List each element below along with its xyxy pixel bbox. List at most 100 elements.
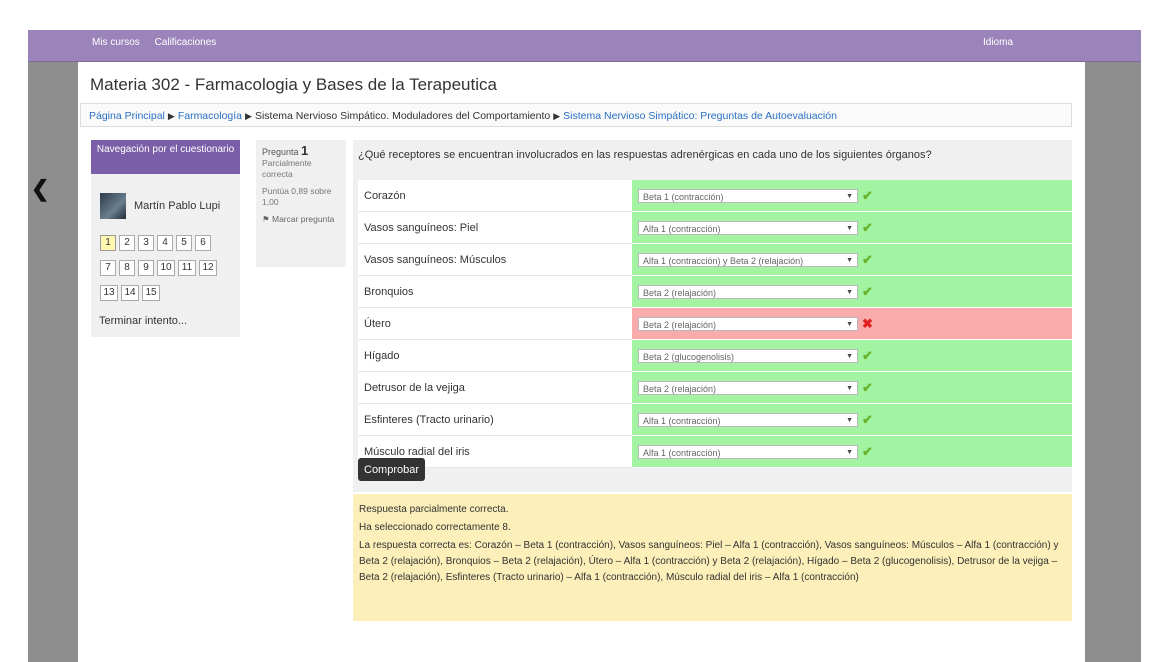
check-button[interactable]: Comprobar xyxy=(358,458,426,481)
answer-cell: Beta 2 (relajación) ▼ ✖ xyxy=(632,307,1072,340)
answer-cell: Beta 2 (relajación) ▼ ✔ xyxy=(632,371,1072,404)
answer-select[interactable]: Beta 2 (relajación) ▼ xyxy=(638,380,858,395)
dropdown-arrow-icon: ▼ xyxy=(846,320,853,328)
answer-select[interactable]: Beta 2 (glucogenolisis) ▼ xyxy=(638,348,858,363)
correct-check-icon: ✔ xyxy=(862,379,873,395)
nav-mis-cursos[interactable]: Mis cursos xyxy=(92,37,140,48)
feedback-summary: Respuesta parcialmente correcta. xyxy=(359,504,509,515)
question-state: Parcialmente correcta xyxy=(262,158,312,179)
answer-select[interactable]: Beta 2 (relajación) ▼ xyxy=(638,284,858,299)
question-nav-button[interactable]: 9 xyxy=(138,260,154,276)
answer-select[interactable]: Alfa 1 (contracción) y Beta 2 (relajació… xyxy=(638,252,858,267)
language-menu[interactable]: Idioma xyxy=(983,37,1013,48)
dropdown-arrow-icon: ▼ xyxy=(846,224,853,232)
flag-question-button[interactable]: ⚑ Marcar pregunta xyxy=(262,214,340,225)
answer-select[interactable]: Alfa 1 (contracción) ▼ xyxy=(638,444,858,459)
correct-check-icon: ✔ xyxy=(862,347,873,363)
avatar xyxy=(100,193,126,219)
dropdown-arrow-icon: ▼ xyxy=(846,416,853,424)
question-nav-button[interactable]: 12 xyxy=(199,260,217,276)
table-row: Detrusor de la vejiga Beta 2 (relajación)… xyxy=(358,371,1072,404)
table-row: Corazón Beta 1 (contracción) ▼ ✔ xyxy=(358,180,1072,212)
breadcrumb-separator-icon: ▶ xyxy=(245,111,252,121)
question-nav-button[interactable]: 13 xyxy=(100,285,118,301)
answer-select[interactable]: Beta 1 (contracción) ▼ xyxy=(638,188,858,203)
answer-cell: Alfa 1 (contracción) ▼ ✔ xyxy=(632,435,1072,468)
organ-label: Vasos sanguíneos: Piel xyxy=(358,211,632,244)
quiz-navigation-header: Navegación por el cuestionario xyxy=(91,140,240,174)
finish-attempt-link[interactable]: Terminar intento... xyxy=(99,315,187,327)
answer-select[interactable]: Beta 2 (relajación) ▼ xyxy=(638,316,858,331)
organ-label: Detrusor de la vejiga xyxy=(358,371,632,404)
breadcrumb-separator-icon: ▶ xyxy=(167,111,175,121)
organ-label: Vasos sanguíneos: Músculos xyxy=(358,243,632,276)
question-nav-button[interactable]: 2 xyxy=(119,235,135,251)
correct-check-icon: ✔ xyxy=(862,283,873,299)
nav-calificaciones[interactable]: Calificaciones xyxy=(155,37,217,48)
question-nav-button[interactable]: 14 xyxy=(121,285,139,301)
answer-cell: Alfa 1 (contracción) y Beta 2 (relajació… xyxy=(632,243,1072,276)
question-score: Puntúa 0,89 sobre 1,00 xyxy=(262,186,332,207)
question-nav-button[interactable]: 6 xyxy=(195,235,211,251)
answer-cell: Beta 2 (glucogenolisis) ▼ ✔ xyxy=(632,339,1072,372)
breadcrumb: Página Principal ▶ Farmacología ▶ Sistema Ne… xyxy=(80,103,1072,127)
answer-select[interactable]: Alfa 1 (contracción) ▼ xyxy=(638,220,858,235)
correct-check-icon: ✔ xyxy=(862,443,873,459)
top-nav-menu: Mis cursos Calificaciones xyxy=(92,37,228,48)
table-row: Útero Beta 2 (relajación) ▼ ✖ xyxy=(358,307,1072,340)
question-nav-button[interactable]: 7 xyxy=(100,260,116,276)
feedback-box: Respuesta parcialmente correcta. Ha sele… xyxy=(353,494,1072,621)
answer-cell: Beta 2 (relajación) ▼ ✔ xyxy=(632,275,1072,308)
correct-check-icon: ✔ xyxy=(862,411,873,427)
organ-label: Hígado xyxy=(358,339,632,372)
feedback-correct-answer: La respuesta correcta es: Corazón – Beta… xyxy=(359,540,1059,583)
feedback-selected-count: Ha seleccionado correctamente 8. xyxy=(359,522,511,533)
table-row: Hígado Beta 2 (glucogenolisis) ▼ ✔ xyxy=(358,339,1072,372)
breadcrumb-course[interactable]: Farmacología xyxy=(178,110,242,122)
user-name[interactable]: Martín Pablo Lupi xyxy=(134,200,220,212)
answer-value: Beta 1 (contracción) xyxy=(643,191,724,202)
question-number-value: 1 xyxy=(301,143,309,158)
question-nav-button[interactable]: 15 xyxy=(142,285,160,301)
chevron-left-icon[interactable]: ❮ xyxy=(31,176,49,202)
question-nav-button[interactable]: 11 xyxy=(178,260,196,276)
question-nav-button[interactable]: 10 xyxy=(157,260,175,276)
dropdown-arrow-icon: ▼ xyxy=(846,384,853,392)
answer-select[interactable]: Alfa 1 (contracción) ▼ xyxy=(638,412,858,427)
dropdown-arrow-icon: ▼ xyxy=(846,352,853,360)
table-row: Esfinteres (Tracto urinario) Alfa 1 (cont… xyxy=(358,403,1072,436)
user-info: Martín Pablo Lupi xyxy=(100,193,220,219)
question-number: Pregunta 1 xyxy=(262,143,340,158)
organ-label: Corazón xyxy=(358,180,632,212)
organ-label: Bronquios xyxy=(358,275,632,308)
answer-value: Alfa 1 (contracción) xyxy=(643,447,721,458)
page-title: Materia 302 - Farmacologia y Bases de la… xyxy=(90,75,497,94)
breadcrumb-section: Sistema Nervioso Simpático. Moduladores … xyxy=(254,110,551,122)
answer-value: Beta 2 (relajación) xyxy=(643,383,717,394)
organ-label: Esfinteres (Tracto urinario) xyxy=(358,403,632,436)
question-label: Pregunta xyxy=(262,147,299,157)
flag-icon: ⚑ xyxy=(262,214,270,224)
breadcrumb-home[interactable]: Página Principal xyxy=(89,110,165,122)
question-nav-button[interactable]: 3 xyxy=(138,235,154,251)
top-navbar: Mis cursos Calificaciones Idioma xyxy=(28,30,1141,62)
dropdown-arrow-icon: ▼ xyxy=(846,288,853,296)
question-nav-button[interactable]: 4 xyxy=(157,235,173,251)
answer-value: Alfa 1 (contracción) xyxy=(643,223,721,234)
question-nav-button[interactable]: 1 xyxy=(100,235,116,251)
matching-table: Corazón Beta 1 (contracción) ▼ ✔ Vasos sang… xyxy=(358,180,1072,468)
question-nav-button[interactable]: 5 xyxy=(176,235,192,251)
answer-value: Alfa 1 (contracción) xyxy=(643,415,721,426)
answer-cell: Beta 1 (contracción) ▼ ✔ xyxy=(632,180,1072,212)
answer-cell: Alfa 1 (contracción) ▼ ✔ xyxy=(632,211,1072,244)
table-row: Músculo radial del iris Alfa 1 (contracci… xyxy=(358,435,1072,468)
incorrect-cross-icon: ✖ xyxy=(862,315,873,331)
breadcrumb-quiz[interactable]: Sistema Nervioso Simpático: Preguntas de… xyxy=(563,110,837,122)
answer-value: Beta 2 (relajación) xyxy=(643,287,717,298)
organ-label: Útero xyxy=(358,307,632,340)
correct-check-icon: ✔ xyxy=(862,251,873,267)
dropdown-arrow-icon: ▼ xyxy=(846,448,853,456)
question-info-box: Pregunta 1 Parcialmente correcta Puntúa … xyxy=(256,140,346,267)
answer-value: Alfa 1 (contracción) y Beta 2 (relajació… xyxy=(643,255,804,266)
question-nav-button[interactable]: 8 xyxy=(119,260,135,276)
